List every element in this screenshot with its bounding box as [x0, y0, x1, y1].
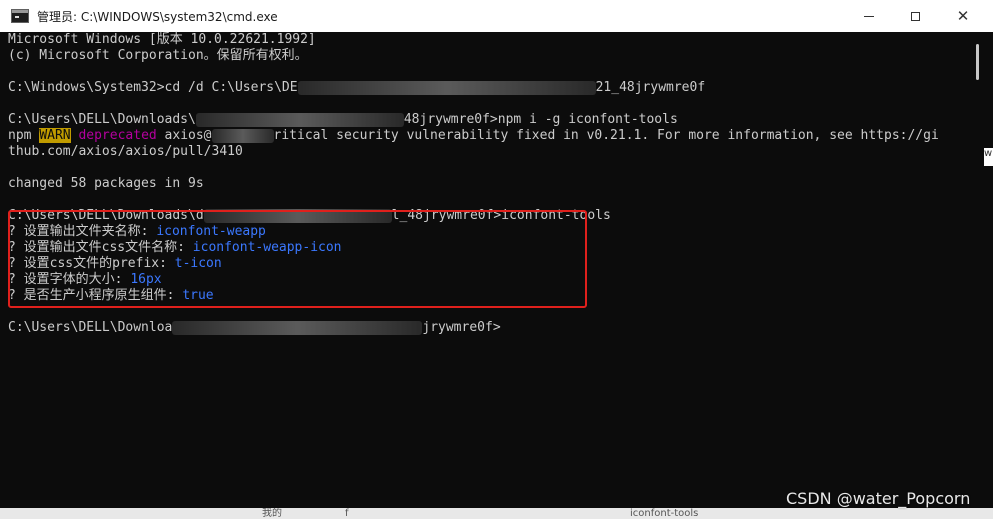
terminal-text: 48jrywmre0f>npm i -g iconfont-tools	[403, 112, 678, 127]
question-label: ? 设置输出文件css文件名称:	[8, 240, 193, 255]
question-label: ? 设置字体的大小:	[8, 272, 131, 287]
terminal-line: C:\Users\DELL\Downloads\ 48jrywmre0f>npm …	[8, 112, 678, 128]
terminal-text: ritical security vulnerability fixed in …	[273, 128, 939, 143]
redacted-path	[297, 80, 596, 95]
terminal-line: npm WARN deprecated axios@ ritical securi…	[8, 128, 939, 144]
bottom-item: f	[345, 508, 349, 519]
terminal-line: C:\Windows\System32>cd /d C:\Users\DE 21_…	[8, 80, 705, 96]
terminal-text: Microsoft Windows [版本 10.0.22621.1992]	[8, 32, 316, 47]
question-label: ? 是否生产小程序原生组件:	[8, 288, 183, 303]
redacted-path	[172, 320, 423, 335]
close-icon: ✕	[956, 6, 970, 25]
terminal-line: thub.com/axios/axios/pull/3410	[8, 144, 243, 160]
prompt-question: ? 是否生产小程序原生组件: true	[8, 288, 214, 304]
title-bar[interactable]: 管理员: C:\WINDOWS\system32\cmd.exe ✕	[0, 0, 993, 33]
question-answer: t-icon	[174, 256, 222, 271]
background-window-edge: w	[984, 148, 993, 166]
prompt-question: ? 设置输出文件夹名称: iconfont-weapp	[8, 224, 266, 240]
deprecated-label: deprecated	[70, 128, 157, 143]
prompt-question: ? 设置输出文件css文件名称: iconfont-weapp-icon	[8, 240, 342, 256]
terminal-line: C:\Users\DELL\Downloads\d l_48jrywmre0f>i…	[8, 208, 611, 224]
prompt-question: ? 设置css文件的prefix: t-icon	[8, 256, 222, 272]
terminal-text: npm	[8, 128, 40, 143]
vertical-scrollbar[interactable]	[970, 32, 993, 519]
redacted-path	[203, 208, 392, 223]
redacted-path	[195, 112, 404, 127]
terminal-text: thub.com/axios/axios/pull/3410	[8, 144, 243, 159]
scrollbar-thumb[interactable]	[976, 44, 979, 80]
window-title: 管理员: C:\WINDOWS\system32\cmd.exe	[37, 10, 278, 24]
terminal-text: axios@	[156, 128, 212, 143]
terminal-text: C:\Users\DELL\Downloads\d	[8, 208, 204, 223]
terminal-output[interactable]: Microsoft Windows [版本 10.0.22621.1992] (…	[0, 32, 970, 519]
prompt-question: ? 设置字体的大小: 16px	[8, 272, 162, 288]
terminal-line: C:\Users\DELL\Downloa jrywmre0f>	[8, 320, 501, 336]
terminal-line: (c) Microsoft Corporation。保留所有权利。	[8, 48, 308, 64]
terminal-text: jrywmre0f>	[422, 320, 501, 335]
csdn-watermark: CSDN @water_Popcorn	[786, 489, 971, 508]
cmd-app-icon[interactable]	[11, 9, 29, 23]
warn-badge: WARN	[39, 128, 71, 143]
cmd-window: 管理员: C:\WINDOWS\system32\cmd.exe ✕ Micro…	[0, 0, 993, 519]
close-button[interactable]: ✕	[940, 0, 986, 32]
terminal-text: C:\Users\DELL\Downloa	[8, 320, 173, 335]
question-answer: 16px	[130, 272, 162, 287]
minimize-icon	[864, 15, 874, 17]
question-answer: true	[182, 288, 214, 303]
terminal-text: (c) Microsoft Corporation。保留所有权利。	[8, 48, 308, 63]
bottom-item: iconfont-tools	[630, 508, 699, 519]
background-taskbar-strip: 我的 f iconfont-tools	[0, 508, 993, 519]
bottom-item: 我的	[262, 508, 282, 519]
terminal-text: l_48jrywmre0f>iconfont-tools	[391, 208, 611, 223]
question-label: ? 设置输出文件夹名称:	[8, 224, 157, 239]
terminal-text: C:\Windows\System32>cd /d C:\Users\DE	[8, 80, 298, 95]
question-answer: iconfont-weapp-icon	[192, 240, 342, 255]
terminal-text: C:\Users\DELL\Downloads\	[8, 112, 196, 127]
question-answer: iconfont-weapp	[156, 224, 266, 239]
maximize-icon	[910, 11, 920, 21]
question-label: ? 设置css文件的prefix:	[8, 256, 175, 271]
terminal-text: 21_48jrywmre0f	[595, 80, 706, 95]
maximize-button[interactable]	[892, 0, 938, 32]
redacted-text	[211, 128, 274, 143]
terminal-line: Microsoft Windows [版本 10.0.22621.1992]	[8, 32, 316, 48]
minimize-button[interactable]	[846, 0, 892, 32]
terminal-text: changed 58 packages in 9s	[8, 176, 204, 191]
terminal-line: changed 58 packages in 9s	[8, 176, 204, 192]
